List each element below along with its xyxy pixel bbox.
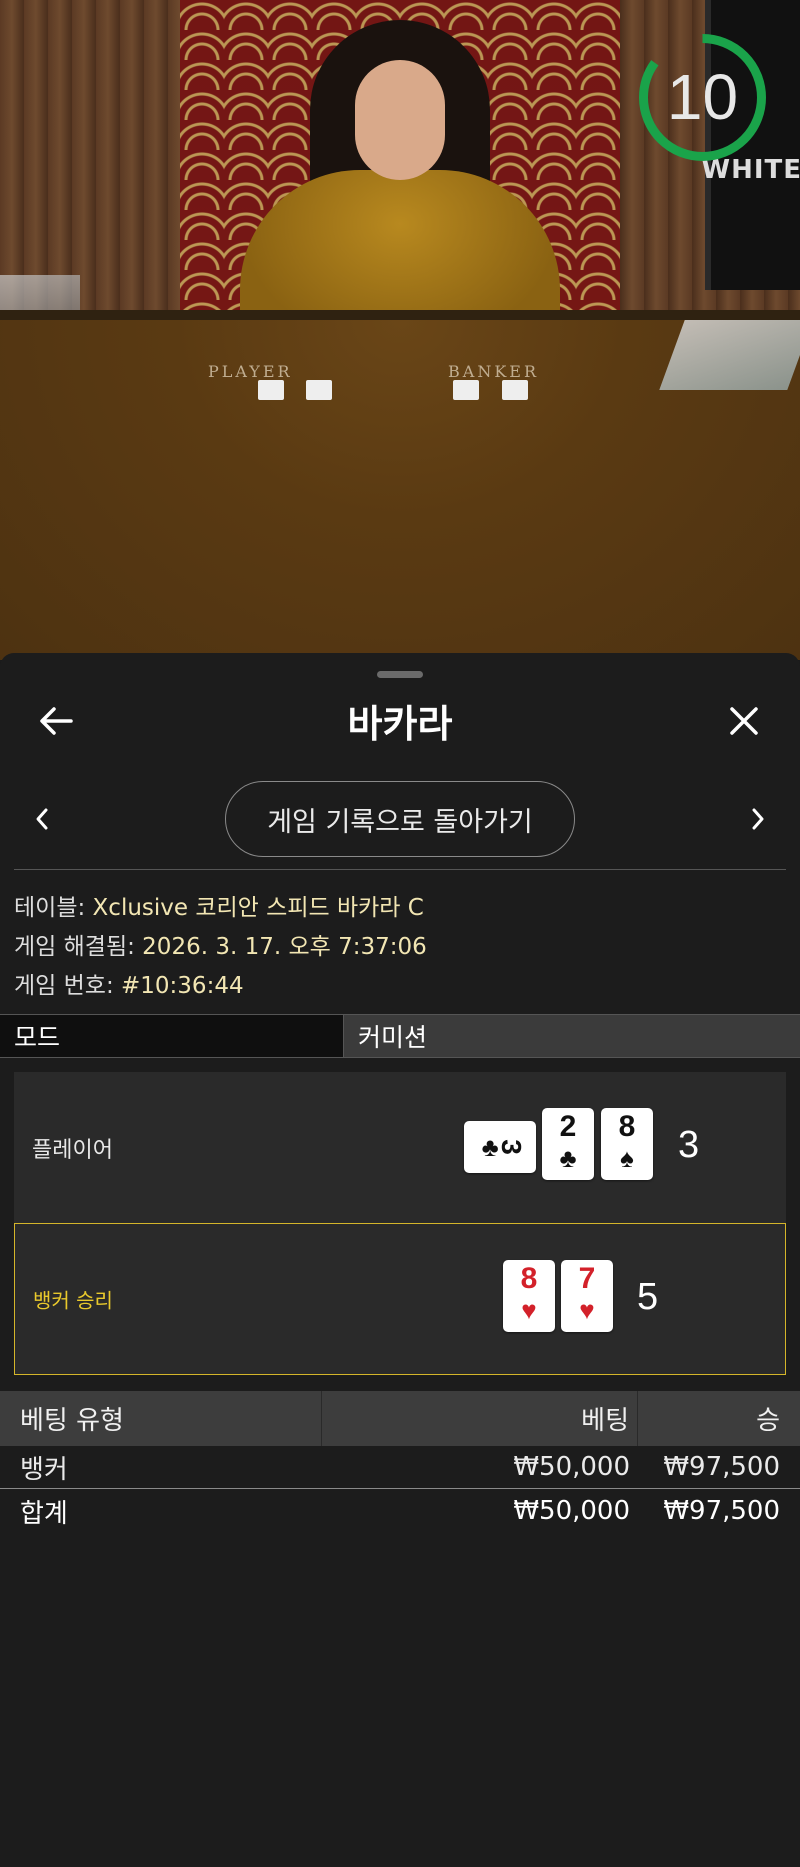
card-shoe — [659, 320, 800, 390]
close-icon — [730, 707, 758, 735]
bet-amount-cell: ₩50,000 — [513, 1452, 630, 1482]
felt-player-label: PLAYER — [208, 362, 293, 381]
close-button[interactable] — [722, 699, 766, 743]
back-to-history-button[interactable]: 게임 기록으로 돌아가기 — [225, 781, 575, 857]
player-card-3: 8 ♠ — [601, 1108, 653, 1180]
banker-card-2: 7 ♥ — [561, 1260, 613, 1332]
banker-card-1: 8 ♥ — [503, 1260, 555, 1332]
game-number-info: 게임 번호: #10:36:44 — [14, 966, 244, 1000]
table-card — [453, 380, 479, 400]
sheet-title: 바카라 — [347, 704, 453, 746]
player-result: 플레이어 ♣3 2 ♣ 8 ♠ 3 — [14, 1072, 786, 1224]
table-card — [258, 380, 284, 400]
mode-value: 커미션 — [344, 1015, 800, 1057]
bet-table: 베팅 유형 베팅 승 뱅커 ₩50,000 ₩97,500 합계 ₩50,000… — [0, 1391, 800, 1533]
chevron-right-icon — [752, 808, 764, 830]
card-holder — [0, 275, 80, 315]
banker-score: 5 — [637, 1276, 659, 1318]
table-info: 테이블: Xclusive 코리안 스피드 바카라 C — [14, 888, 424, 922]
header-bet: 베팅 — [322, 1391, 638, 1446]
total-win: ₩97,500 — [663, 1496, 780, 1526]
table-label: 테이블: — [14, 895, 93, 921]
countdown-timer: 10 — [635, 30, 770, 165]
divider — [14, 869, 786, 870]
live-video-feed: WHITE PLAYER BANKER 10 — [0, 0, 800, 660]
prev-game-button[interactable] — [24, 801, 60, 837]
resolved-info: 게임 해결됨: 2026. 3. 17. 오후 7:37:06 — [14, 927, 427, 961]
mode-row: 모드 커미션 — [0, 1014, 800, 1058]
resolved-value: 2026. 3. 17. 오후 7:37:06 — [142, 934, 427, 960]
table-value: Xclusive 코리안 스피드 바카라 C — [92, 895, 424, 921]
player-score: 3 — [678, 1124, 700, 1166]
drag-handle[interactable] — [377, 671, 423, 678]
player-label: 플레이어 — [32, 1138, 113, 1163]
game-number-value: #10:36:44 — [121, 973, 244, 999]
mode-label: 모드 — [0, 1015, 344, 1057]
table-row: 뱅커 ₩50,000 ₩97,500 — [0, 1446, 800, 1489]
header-win: 승 — [756, 1406, 780, 1436]
header-bet-type: 베팅 유형 — [0, 1391, 322, 1446]
bet-table-header: 베팅 유형 베팅 승 — [0, 1391, 800, 1446]
win-amount-cell: ₩97,500 — [663, 1452, 780, 1482]
player-card-2: 2 ♣ — [542, 1108, 594, 1180]
banker-win-label: 뱅커 승리 — [33, 1288, 113, 1313]
chevron-left-icon — [36, 808, 48, 830]
resolved-label: 게임 해결됨: — [14, 934, 143, 960]
player-card-1: ♣3 — [464, 1121, 536, 1173]
game-detail-sheet: 바카라 게임 기록으로 돌아가기 테이블: Xclusive 코리안 스피드 바… — [0, 653, 800, 1867]
next-game-button[interactable] — [740, 801, 776, 837]
game-number-label: 게임 번호: — [14, 973, 122, 999]
timer-value: 10 — [666, 61, 739, 133]
total-row: 합계 ₩50,000 ₩97,500 — [0, 1489, 800, 1533]
total-label: 합계 — [20, 1498, 68, 1529]
banker-result: 뱅커 승리 8 ♥ 7 ♥ 5 — [14, 1223, 786, 1375]
table-card — [502, 380, 528, 400]
bet-type-cell: 뱅커 — [20, 1454, 68, 1485]
table-card — [306, 380, 332, 400]
felt-banker-label: BANKER — [448, 362, 539, 381]
total-bet: ₩50,000 — [513, 1496, 630, 1526]
dealer — [240, 20, 560, 350]
